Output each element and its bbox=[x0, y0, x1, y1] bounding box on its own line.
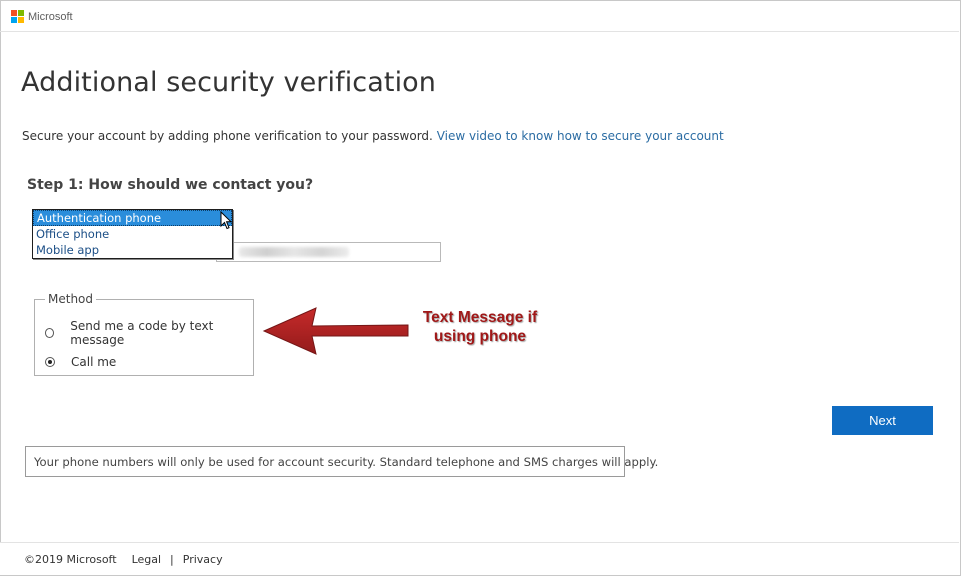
step1-heading: Step 1: How should we contact you? bbox=[27, 177, 314, 193]
brand-name: Microsoft bbox=[28, 10, 73, 23]
copyright-text: ©2019 Microsoft bbox=[24, 553, 117, 566]
next-button[interactable]: Next bbox=[832, 406, 933, 435]
radio-call-me[interactable] bbox=[45, 357, 55, 367]
microsoft-logo: Microsoft bbox=[11, 10, 73, 23]
mouse-pointer-icon bbox=[220, 211, 232, 230]
header: Microsoft bbox=[0, 0, 959, 32]
radio-text-message[interactable] bbox=[45, 328, 55, 338]
dropdown-option-authentication-phone[interactable]: Authentication phone bbox=[33, 210, 232, 226]
video-link[interactable]: View video to know how to secure your ac… bbox=[437, 129, 724, 143]
method-option-call[interactable]: Call me bbox=[45, 355, 116, 369]
subtitle-text: Secure your account by adding phone veri… bbox=[22, 129, 433, 143]
annotation-line1: Text Message if bbox=[422, 309, 538, 326]
method-legend: Method bbox=[45, 292, 97, 306]
phone-number-input[interactable] bbox=[216, 242, 441, 262]
method-group: Method Send me a code by text message Ca… bbox=[34, 292, 254, 376]
redacted-phone-number bbox=[239, 247, 349, 257]
footer: ©2019 Microsoft Legal | Privacy bbox=[0, 542, 959, 575]
radio-call-me-label: Call me bbox=[71, 355, 117, 369]
phone-usage-notice: Your phone numbers will only be used for… bbox=[25, 446, 658, 477]
annotation-line2: using phone bbox=[433, 328, 527, 345]
dropdown-option-office-phone[interactable]: Office phone bbox=[33, 226, 232, 242]
footer-separator: | bbox=[170, 553, 174, 566]
method-option-text[interactable]: Send me a code by text message bbox=[45, 319, 253, 347]
red-arrow-icon bbox=[262, 307, 409, 355]
microsoft-logo-icon bbox=[11, 10, 24, 23]
footer-links: ©2019 Microsoft Legal | Privacy bbox=[24, 553, 223, 566]
contact-method-dropdown-list[interactable]: Authentication phone Office phone Mobile… bbox=[32, 209, 233, 259]
privacy-link[interactable]: Privacy bbox=[183, 553, 223, 566]
radio-text-message-label: Send me a code by text message bbox=[70, 319, 214, 347]
dropdown-option-mobile-app[interactable]: Mobile app bbox=[33, 242, 232, 258]
legal-link[interactable]: Legal bbox=[132, 553, 161, 566]
page-subtitle: Secure your account by adding phone veri… bbox=[22, 129, 724, 143]
page-title: Additional security verification bbox=[21, 67, 437, 98]
annotation-callout: Text Message if using phone bbox=[405, 308, 555, 346]
